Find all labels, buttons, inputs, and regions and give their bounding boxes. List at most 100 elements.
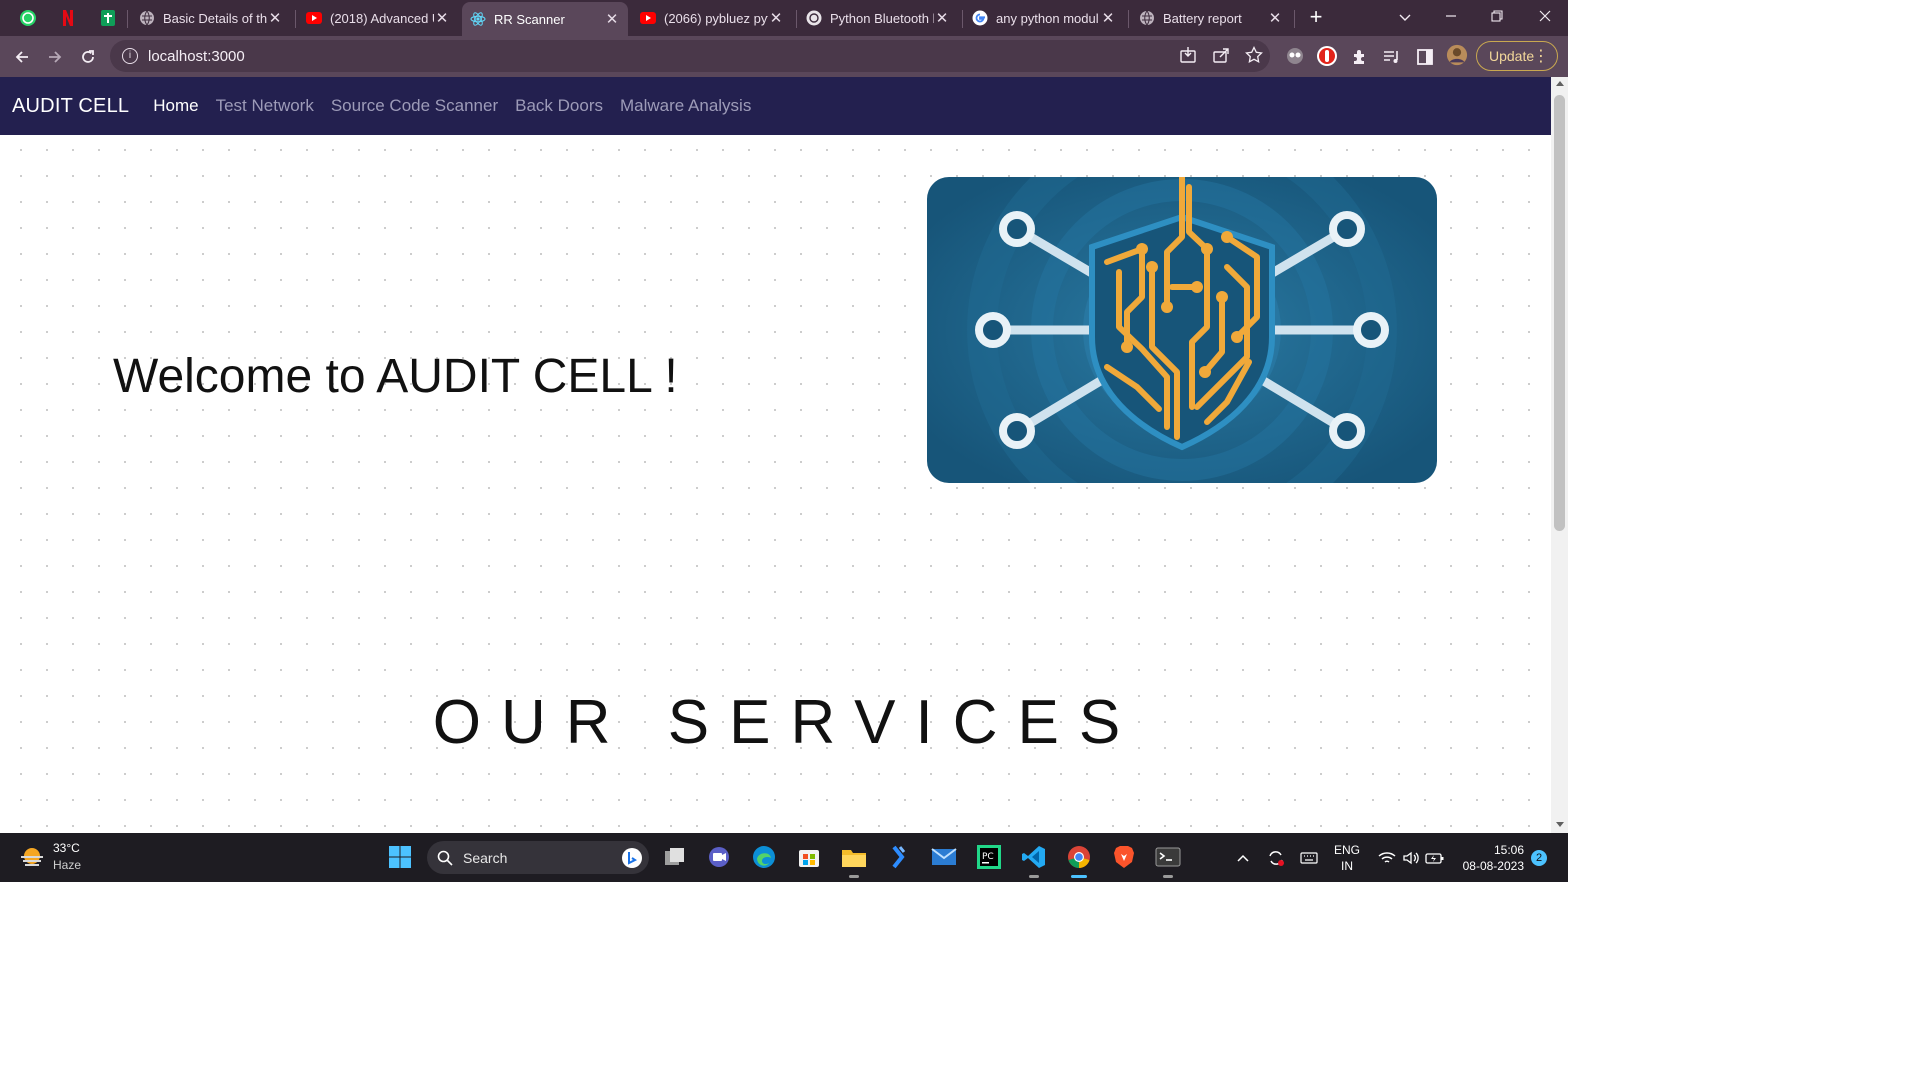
mail-icon[interactable]: [930, 843, 958, 871]
nav-link-malware-analysis[interactable]: Malware Analysis: [620, 96, 751, 116]
tab-close-icon[interactable]: ✕: [1100, 9, 1116, 27]
tab-search-chevron-icon[interactable]: [1390, 6, 1420, 28]
pycharm-icon[interactable]: PC: [975, 843, 1003, 871]
extension-owl-icon[interactable]: [1284, 45, 1306, 67]
scroll-up-arrow-icon[interactable]: [1556, 81, 1564, 86]
reload-icon: [82, 50, 94, 63]
media-queue-icon[interactable]: [1381, 46, 1403, 68]
browser-tab[interactable]: Basic Details of the ✕: [131, 4, 291, 32]
puzzle-extensions-icon[interactable]: [1349, 46, 1371, 68]
tab-close-icon[interactable]: ✕: [267, 9, 283, 27]
weather-temperature[interactable]: 33°C: [53, 841, 80, 855]
browser-tab[interactable]: (2018) Advanced U ✕: [298, 4, 458, 32]
file-explorer-icon[interactable]: [840, 843, 868, 878]
windows-start-icon[interactable]: [386, 843, 414, 871]
whatsapp-pinned-tab[interactable]: [15, 6, 41, 30]
notification-badge[interactable]: 2: [1531, 850, 1547, 866]
kebab-menu-icon[interactable]: ⋮: [1533, 46, 1549, 66]
brave-icon[interactable]: [1110, 843, 1138, 871]
google-icon: [972, 10, 988, 26]
browser-toolbar: i localhost:3000 Update ⋮: [0, 36, 1568, 77]
tab-title: (2018) Advanced U: [330, 10, 434, 26]
taskbar-search[interactable]: Search: [427, 841, 649, 874]
site-info-icon[interactable]: i: [122, 48, 138, 64]
weather-condition[interactable]: Haze: [53, 858, 81, 872]
keyboard-icon[interactable]: [1298, 847, 1320, 869]
haze-weather-icon[interactable]: [18, 845, 46, 869]
vscode-icon[interactable]: [1020, 843, 1048, 878]
adblock-extension-icon[interactable]: [1316, 45, 1338, 67]
whatsapp-icon: [20, 10, 36, 26]
side-panel-icon[interactable]: [1414, 46, 1436, 68]
address-bar[interactable]: i localhost:3000: [110, 40, 1270, 72]
scroll-down-arrow-icon[interactable]: [1556, 822, 1564, 827]
nav-link-source-code-scanner[interactable]: Source Code Scanner: [331, 96, 498, 116]
browser-tab[interactable]: Battery report ✕: [1131, 4, 1291, 32]
nav-link-back-doors[interactable]: Back Doors: [515, 96, 603, 116]
services-heading: OUR SERVICES: [432, 688, 1141, 757]
svg-text:PC: PC: [982, 852, 994, 862]
browser-tab-strip: Basic Details of the ✕ (2018) Advanced U…: [0, 0, 1568, 36]
install-app-icon[interactable]: [1177, 44, 1199, 66]
tab-close-icon[interactable]: ✕: [934, 9, 950, 27]
back-button[interactable]: [9, 44, 35, 70]
globe-icon: [139, 10, 155, 26]
sheets-pinned-tab[interactable]: [95, 6, 121, 30]
browser-tab[interactable]: any python modul ✕: [964, 4, 1124, 32]
browser-tab[interactable]: (2066) pybluez pyt ✕: [632, 4, 792, 32]
tab-close-icon[interactable]: ✕: [1267, 9, 1283, 27]
tab-title: Battery report: [1163, 10, 1242, 26]
welcome-heading: Welcome to AUDIT CELL !: [113, 350, 678, 404]
reload-button[interactable]: [75, 44, 101, 70]
bookmark-star-icon[interactable]: [1243, 44, 1265, 66]
url-text[interactable]: localhost:3000: [148, 48, 245, 65]
sync-update-icon[interactable]: [1265, 847, 1287, 869]
share-icon[interactable]: [1210, 44, 1232, 66]
arrow-left-icon: [15, 51, 28, 63]
scroll-thumb[interactable]: [1554, 95, 1565, 531]
teams-chat-icon[interactable]: [705, 843, 733, 871]
microsoft-store-icon[interactable]: [795, 843, 823, 871]
task-view-icon[interactable]: [661, 843, 689, 871]
browser-tab-active[interactable]: RR Scanner ✕: [462, 2, 628, 36]
forward-button[interactable]: [42, 44, 68, 70]
edge-browser-icon[interactable]: [750, 843, 778, 871]
taskbar-search-label: Search: [463, 849, 508, 866]
bing-chat-icon[interactable]: [621, 847, 643, 869]
running-indicator: [1163, 875, 1173, 878]
youtube-icon: [306, 10, 322, 26]
active-app-indicator: [1071, 875, 1087, 878]
windows-taskbar: 33°C Haze Search PC ENG IN 15:06 08-08-2…: [0, 833, 1568, 882]
sheets-icon: [101, 10, 115, 26]
restore-button[interactable]: [1482, 6, 1512, 28]
close-window-button[interactable]: [1530, 6, 1560, 28]
page-scrollbar[interactable]: [1551, 77, 1568, 833]
site-brand[interactable]: AUDIT CELL: [12, 95, 129, 118]
circuit-shield-illustration: [927, 177, 1437, 483]
nav-link-test-network[interactable]: Test Network: [216, 96, 314, 116]
browser-tab[interactable]: Python Bluetooth l ✕: [798, 4, 958, 32]
terminal-icon[interactable]: [1154, 843, 1182, 878]
minimize-button[interactable]: [1436, 6, 1466, 28]
tab-close-icon[interactable]: ✕: [434, 9, 450, 27]
netflix-icon: [63, 10, 73, 26]
netflix-pinned-tab[interactable]: [55, 6, 81, 30]
running-indicator: [849, 875, 859, 878]
nav-link-home[interactable]: Home: [153, 96, 198, 116]
site-navbar: AUDIT CELL Home Test Network Source Code…: [0, 77, 1551, 135]
tab-title: Python Bluetooth l: [830, 10, 934, 26]
new-tab-button[interactable]: +: [1304, 6, 1328, 30]
profile-avatar[interactable]: [1446, 44, 1468, 66]
language-indicator[interactable]: ENG IN: [1334, 842, 1360, 874]
volume-icon[interactable]: [1400, 847, 1422, 869]
power-automate-icon[interactable]: [885, 843, 913, 871]
battery-charging-icon[interactable]: [1424, 847, 1446, 869]
show-hidden-icons-chevron-icon[interactable]: [1232, 847, 1254, 869]
update-button[interactable]: Update ⋮: [1476, 41, 1558, 71]
tab-close-icon[interactable]: ✕: [604, 10, 620, 28]
taskbar-clock[interactable]: 15:06 08-08-2023: [1454, 842, 1524, 874]
youtube-icon: [640, 10, 656, 26]
wifi-icon[interactable]: [1376, 847, 1398, 869]
chrome-icon[interactable]: [1065, 843, 1093, 878]
tab-close-icon[interactable]: ✕: [768, 9, 784, 27]
